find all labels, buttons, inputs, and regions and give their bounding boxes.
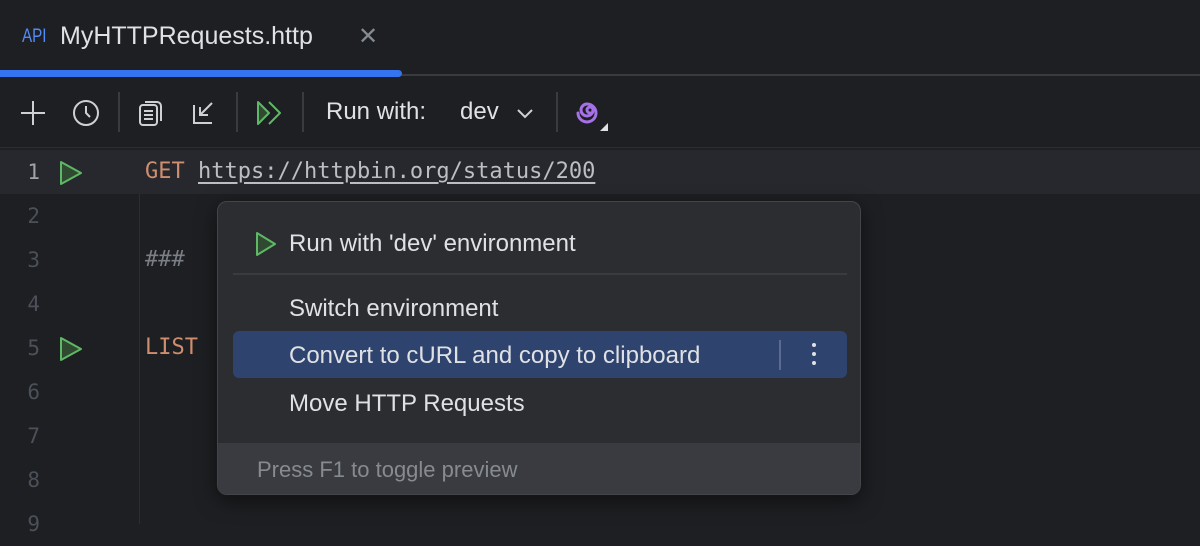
- line-number: 2: [27, 204, 40, 228]
- request-url[interactable]: https://httpbin.org/status/200: [198, 159, 595, 184]
- history-button[interactable]: [68, 95, 104, 131]
- context-actions-popup: Run with 'dev' environment Switch enviro…: [217, 201, 861, 495]
- request-separator: ###: [145, 247, 185, 272]
- line-number: 6: [27, 380, 40, 404]
- line-number: 7: [27, 424, 40, 448]
- toolbar-divider: [556, 92, 558, 132]
- toolbar-divider: [302, 92, 304, 132]
- tab-myhttprequests[interactable]: API MyHTTPRequests.http ✕: [0, 0, 402, 77]
- add-request-button[interactable]: [15, 95, 51, 131]
- menu-item-label: Convert to cURL and copy to clipboard: [289, 342, 701, 369]
- preview-hint: Press F1 to toggle preview: [257, 457, 518, 482]
- plus-icon: [21, 101, 45, 125]
- line-number: 5: [27, 336, 40, 360]
- menu-item-label: Run with 'dev' environment: [289, 230, 576, 257]
- environment-value: dev: [460, 98, 499, 125]
- active-tab-indicator: [0, 70, 402, 77]
- run-request-icon[interactable]: [58, 160, 84, 186]
- import-arrow-icon: [193, 102, 213, 124]
- api-file-icon: API: [22, 26, 47, 47]
- run-all-icon: [257, 101, 281, 125]
- spiral-icon: [576, 102, 608, 131]
- popup-footer: Press F1 to toggle preview: [218, 443, 860, 494]
- code-line[interactable]: 9: [0, 502, 1200, 546]
- menu-item-label: Switch environment: [289, 295, 499, 322]
- line-number: 4: [27, 292, 40, 316]
- menu-item-run-with-dev[interactable]: Run with 'dev' environment: [233, 219, 847, 266]
- http-method: GET: [145, 159, 185, 184]
- close-icon[interactable]: ✕: [358, 22, 378, 51]
- line-number: 1: [27, 160, 40, 184]
- ai-assistant-button[interactable]: [572, 95, 608, 131]
- clock-icon: [73, 100, 99, 126]
- http-toolbar: Run with: dev: [0, 78, 1200, 148]
- import-button[interactable]: [186, 95, 222, 131]
- toolbar-divider: [118, 92, 120, 132]
- http-method: LIST: [145, 335, 198, 360]
- editor-tab-bar: API MyHTTPRequests.http ✕: [0, 0, 1200, 77]
- menu-item-switch-environment[interactable]: Switch environment: [233, 284, 847, 331]
- menu-item-move-http-requests[interactable]: Move HTTP Requests: [233, 379, 847, 426]
- document-list-icon: [139, 101, 162, 126]
- chevron-down-icon: [517, 109, 533, 119]
- menu-item-label: Move HTTP Requests: [289, 390, 525, 417]
- run-icon: [256, 232, 276, 256]
- item-divider: [779, 340, 781, 370]
- run-with-label: Run with:: [326, 98, 427, 125]
- examples-button[interactable]: [133, 95, 169, 131]
- line-number: 3: [27, 248, 40, 272]
- line-number: 8: [27, 468, 40, 492]
- run-request-icon[interactable]: [58, 336, 84, 362]
- more-options-icon[interactable]: [799, 336, 829, 372]
- run-all-button[interactable]: [251, 95, 287, 131]
- toolbar-divider: [236, 92, 238, 132]
- line-number: 9: [27, 512, 40, 536]
- tab-title: MyHTTPRequests.http: [60, 22, 313, 50]
- code-line[interactable]: 1 GET https://httpbin.org/status/200: [0, 150, 1200, 194]
- menu-separator: [233, 273, 847, 275]
- menu-item-convert-to-curl[interactable]: Convert to cURL and copy to clipboard: [233, 331, 847, 378]
